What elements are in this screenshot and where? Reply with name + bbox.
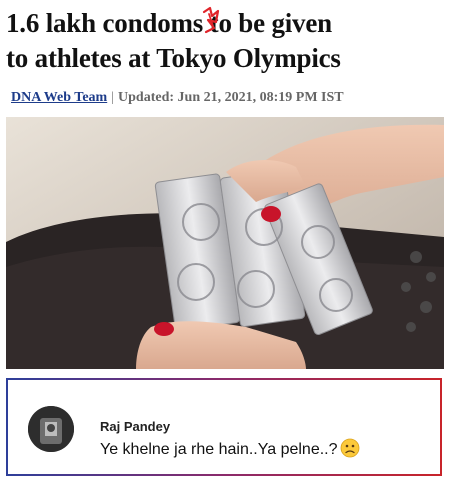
byline-separator: |: [111, 90, 115, 105]
headline-line-2: to athletes at Tokyo Olympics: [6, 43, 341, 73]
comment-card: Raj Pandey Ye khelne ja rhe hain..Ya pel…: [6, 378, 442, 476]
comment-text: Ye khelne ja rhe hain..Ya pelne..?: [100, 438, 360, 459]
article-headline: 1.6 lakh condoms to be given to athletes…: [6, 6, 446, 76]
author-link[interactable]: DNA Web Team: [11, 90, 107, 105]
article-photo: [6, 117, 444, 369]
red-scribble-icon: [202, 6, 220, 34]
avatar-image: [28, 406, 74, 452]
comment-body: Ye khelne ja rhe hain..Ya pelne..?: [100, 441, 338, 458]
updated-timestamp: Updated: Jun 21, 2021, 08:19 PM IST: [118, 90, 344, 105]
comment-author[interactable]: Raj Pandey: [100, 419, 170, 434]
condom-packets-photo-image: [6, 117, 444, 369]
article-byline: DNA Web Team | Updated: Jun 21, 2021, 08:1…: [11, 90, 344, 106]
headline-line-1: 1.6 lakh condoms to be given: [6, 8, 332, 38]
worried-face-icon: [340, 438, 359, 458]
avatar[interactable]: [28, 406, 74, 452]
